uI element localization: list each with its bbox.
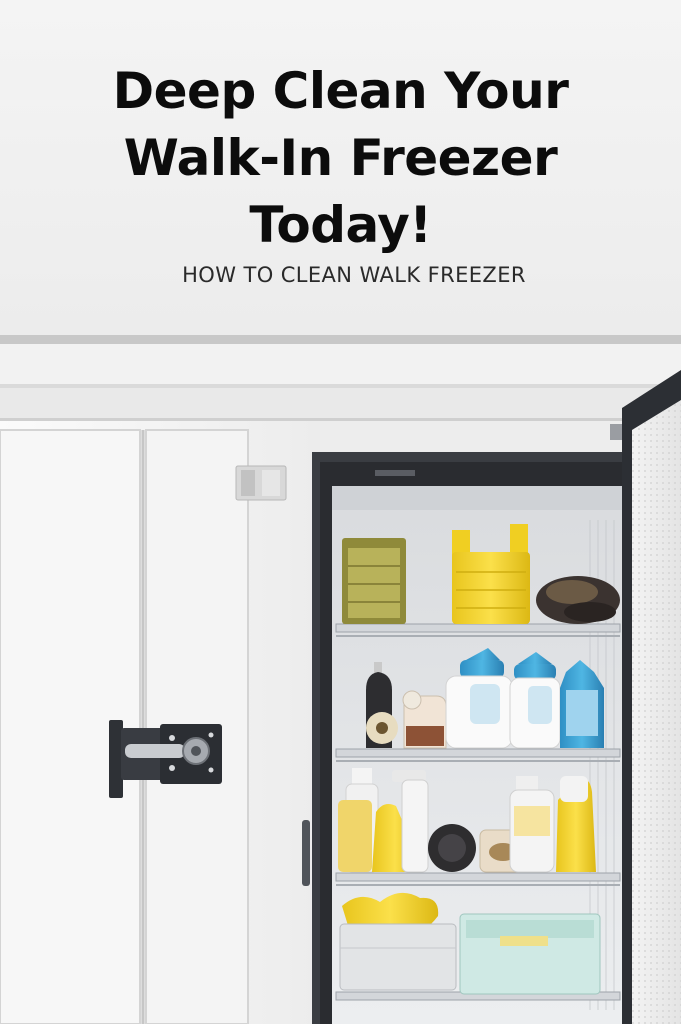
title-line-2: Walk-In Freezer	[123, 129, 558, 187]
freezer-illustration	[0, 335, 681, 1024]
page-title: Deep Clean Your Walk-In Freezer Today!	[0, 58, 681, 259]
header-banner: Deep Clean Your Walk-In Freezer Today! H…	[0, 0, 681, 335]
glass-jar	[402, 690, 447, 749]
top-divider	[0, 335, 681, 344]
door-handle-icon[interactable]	[302, 820, 310, 886]
freezer-photo	[0, 335, 681, 1024]
white-jug-2	[509, 652, 561, 749]
dark-container	[428, 824, 476, 872]
clear-bin	[339, 923, 457, 991]
hinge-icon	[235, 465, 287, 501]
subtitle: HOW TO CLEAN WALK FREEZER	[182, 263, 526, 287]
title-line-3: Today!	[249, 196, 432, 254]
spray-bottle-3	[509, 776, 555, 873]
title-line-1: Deep Clean Your	[112, 62, 569, 120]
mint-bin	[459, 913, 601, 995]
dark-sponge-pile	[536, 576, 620, 624]
olive-basket	[342, 538, 406, 624]
yellow-gloves-2	[556, 776, 596, 872]
